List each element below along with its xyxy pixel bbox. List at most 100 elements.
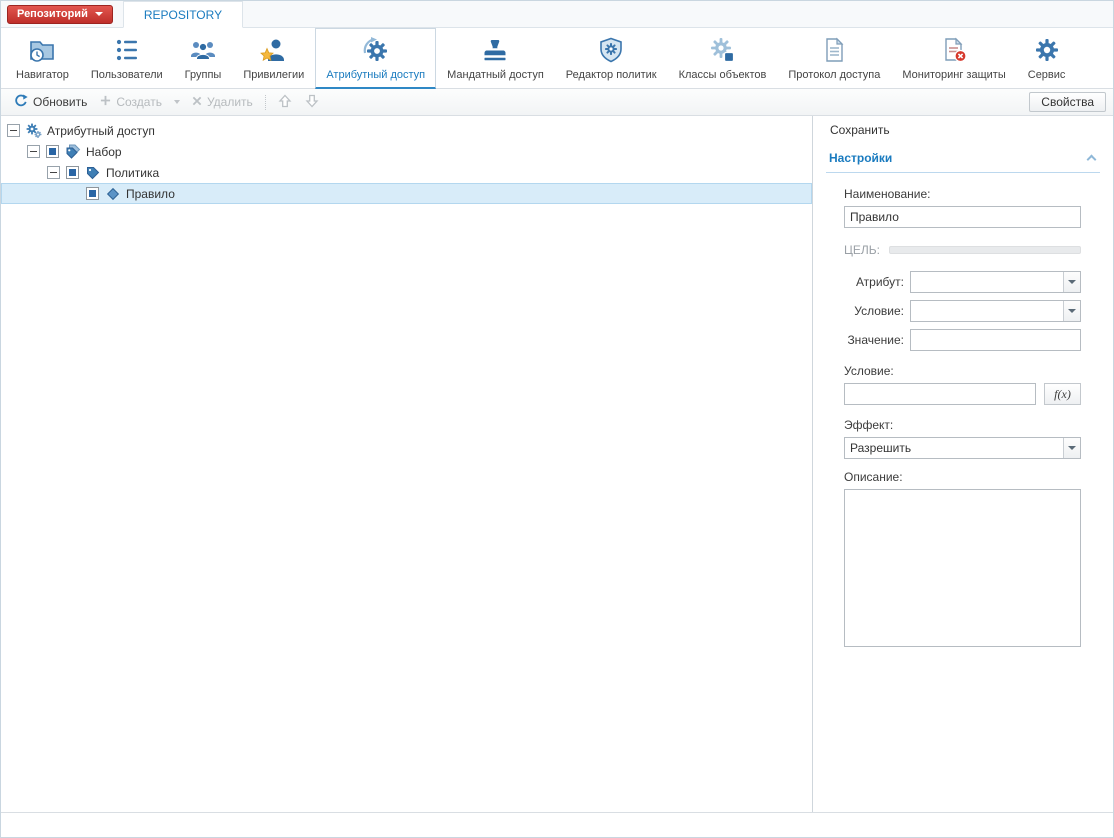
service-gear-icon (1033, 34, 1061, 66)
goal-label: ЦЕЛЬ: (844, 243, 880, 257)
tags-icon (65, 144, 81, 160)
attribute-input[interactable] (910, 271, 1081, 293)
privileges-star-icon (260, 34, 288, 66)
ribbon-tab-privileges[interactable]: Привилегии (232, 28, 315, 88)
ribbon-tab-object-classes[interactable]: Классы объектов (668, 28, 778, 88)
description-block: Описание: (844, 470, 1081, 650)
ribbon-tab-groups[interactable]: Группы (174, 28, 233, 88)
tree-node-label: Атрибутный доступ (47, 124, 155, 138)
goal-separator: ЦЕЛЬ: (844, 243, 1081, 257)
properties-toggle-button[interactable]: Свойства (1029, 92, 1106, 112)
collapse-icon[interactable] (27, 145, 40, 158)
create-dropdown-button[interactable] (169, 97, 185, 107)
move-up-button[interactable] (272, 91, 298, 114)
ribbon-tab-label: Классы объектов (679, 69, 767, 81)
repository-menu-button[interactable]: Репозиторий (7, 5, 113, 24)
tree-row-attribute-access[interactable]: Атрибутный доступ (1, 120, 812, 141)
tree-node-label: Политика (106, 166, 159, 180)
combo-trigger[interactable] (1063, 301, 1080, 321)
refresh-button[interactable]: Обновить (8, 91, 93, 114)
ribbon-tab-label: Протокол доступа (788, 69, 880, 81)
toolbar-separator (265, 95, 266, 110)
description-label: Описание: (844, 470, 1081, 484)
refresh-icon (14, 94, 28, 111)
document-icon (820, 34, 848, 66)
tree-row-pravilo[interactable]: Правило (1, 183, 812, 204)
object-classes-gear-icon (708, 34, 736, 66)
tree-panel: Атрибутный доступ Набор (1, 116, 813, 812)
gears-icon (26, 123, 42, 139)
condition-expression-block: Условие: f(x) (844, 364, 1081, 405)
dropdown-caret-icon (174, 100, 180, 104)
condition-label: Условие: (844, 364, 1081, 378)
condition-select-label: Условие: (844, 304, 904, 318)
diamond-icon (105, 186, 121, 202)
ribbon-tab-mandatory-access[interactable]: Мандатный доступ (436, 28, 555, 88)
ribbon-tab-label: Мандатный доступ (447, 69, 544, 81)
tab-repository[interactable]: REPOSITORY (123, 1, 243, 28)
description-textarea[interactable] (844, 489, 1081, 647)
goal-separator-bar (889, 246, 1081, 254)
save-button[interactable]: Сохранить (826, 121, 894, 139)
properties-toolbar: Сохранить (813, 116, 1113, 143)
create-label: Создать (116, 95, 162, 109)
dropdown-caret-icon (1068, 446, 1076, 450)
navigator-icon (28, 34, 56, 66)
fx-button[interactable]: f(x) (1044, 383, 1081, 405)
ribbon-tab-label: Навигатор (16, 69, 69, 81)
effect-input[interactable] (844, 437, 1081, 459)
ribbon-tab-security-monitoring[interactable]: Мониторинг защиты (891, 28, 1016, 88)
ribbon-tab-access-protocol[interactable]: Протокол доступа (777, 28, 891, 88)
dropdown-caret-icon (1068, 309, 1076, 313)
create-button[interactable]: Создать (94, 92, 168, 112)
plus-icon (100, 95, 111, 109)
condition-expression-input[interactable] (844, 383, 1036, 405)
delete-button[interactable]: Удалить (186, 92, 259, 112)
settings-section-header[interactable]: Настройки (826, 146, 1100, 173)
combo-trigger[interactable] (1063, 438, 1080, 458)
tree-row-nabor[interactable]: Набор (1, 141, 812, 162)
tag-icon (85, 165, 101, 181)
ribbon-tab-label: Пользователи (91, 69, 163, 81)
groups-icon (189, 34, 217, 66)
ribbon-tab-label: Привилегии (243, 69, 304, 81)
top-tab-strip: Репозиторий REPOSITORY (1, 1, 1113, 28)
refresh-label: Обновить (33, 95, 87, 109)
effect-block: Эффект: (844, 418, 1081, 459)
attribute-combobox[interactable] (910, 271, 1081, 293)
document-alert-icon (940, 34, 968, 66)
tree-node-label: Правило (126, 187, 175, 201)
value-input[interactable] (910, 329, 1081, 351)
move-down-button[interactable] (299, 91, 325, 114)
ribbon-tab-users[interactable]: Пользователи (80, 28, 174, 88)
properties-label: Свойства (1041, 95, 1094, 109)
checkbox[interactable] (86, 187, 99, 200)
dropdown-caret-icon (95, 12, 103, 16)
value-label: Значение: (844, 333, 904, 347)
collapse-icon[interactable] (47, 166, 60, 179)
checkbox[interactable] (46, 145, 59, 158)
ribbon-tab-label: Атрибутный доступ (326, 69, 425, 81)
value-field[interactable] (910, 329, 1081, 351)
ribbon-bar: Навигатор Пользователи (1, 28, 1113, 89)
checkbox[interactable] (66, 166, 79, 179)
effect-label: Эффект: (844, 418, 1081, 432)
effect-combobox[interactable] (844, 437, 1081, 459)
collapse-icon[interactable] (7, 124, 20, 137)
ribbon-tab-label: Группы (185, 69, 222, 81)
ribbon-tab-navigator[interactable]: Навигатор (5, 28, 80, 88)
ribbon-tab-attribute-access[interactable]: Атрибутный доступ (315, 28, 436, 89)
arrow-up-icon (278, 94, 292, 111)
tree-row-politika[interactable]: Политика (1, 162, 812, 183)
condition-select-input[interactable] (910, 300, 1081, 322)
users-list-icon (113, 34, 141, 66)
stamp-icon (481, 34, 509, 66)
tree-node-label: Набор (86, 145, 122, 159)
ribbon-tab-label: Редактор политик (566, 69, 657, 81)
ribbon-tab-policy-editor[interactable]: Редактор политик (555, 28, 668, 88)
condition-combobox[interactable] (910, 300, 1081, 322)
name-input[interactable] (844, 206, 1081, 228)
policy-shield-gear-icon (597, 34, 625, 66)
ribbon-tab-service[interactable]: Сервис (1017, 28, 1077, 88)
combo-trigger[interactable] (1063, 272, 1080, 292)
